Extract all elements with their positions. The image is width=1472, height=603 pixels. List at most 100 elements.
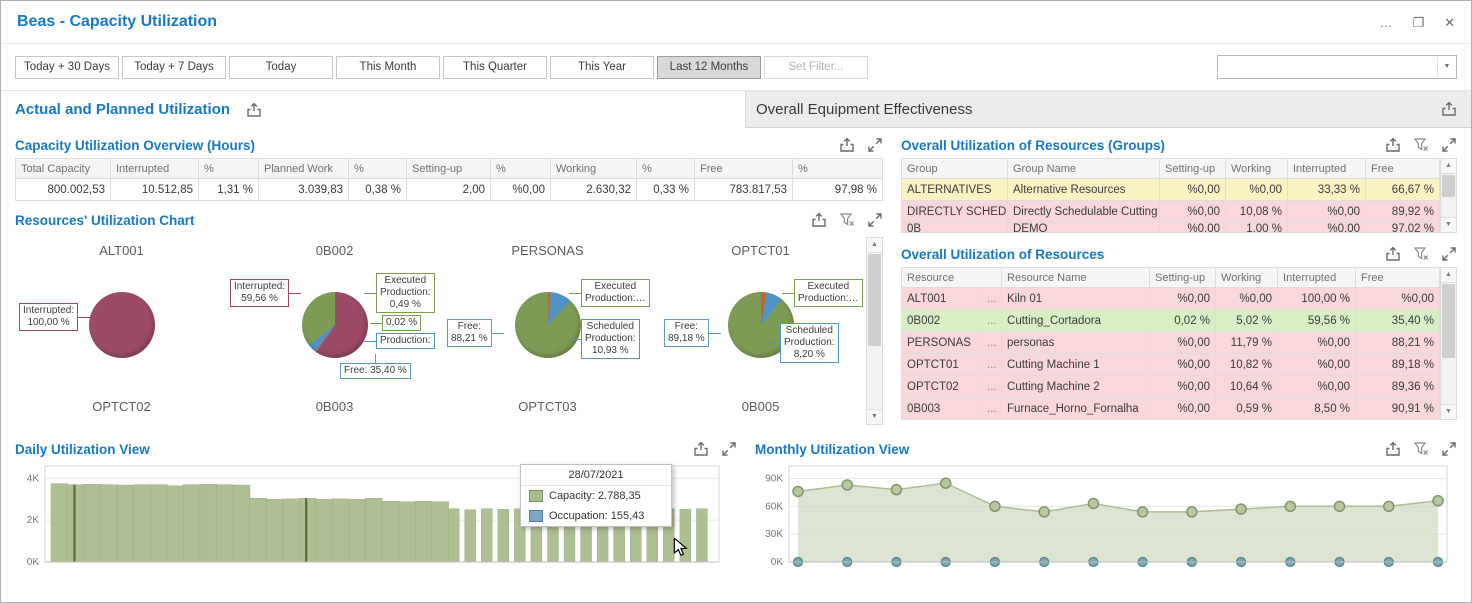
export-icon[interactable] [811, 212, 827, 228]
filter-button-this-month[interactable]: This Month [336, 56, 440, 79]
export-icon[interactable] [1385, 441, 1401, 457]
table-row[interactable]: 0B003...Furnace_Horno_Fornalha%0,000,59 … [902, 398, 1440, 420]
column-header[interactable]: Working [1226, 159, 1288, 179]
expand-icon[interactable] [721, 441, 737, 457]
scroll-thumb[interactable] [1442, 175, 1455, 197]
filter-button-last-12-months[interactable]: Last 12 Months [657, 56, 761, 79]
column-header[interactable]: Group [902, 159, 1008, 179]
pie-chart[interactable] [89, 292, 155, 358]
table-row[interactable]: OPTCT01...Cutting Machine 1%0,0010,82 %%… [902, 354, 1440, 376]
beas-window: Beas - Capacity Utilization … ❐ ✕ Today … [0, 0, 1472, 603]
link-ellipsis[interactable]: ... [982, 310, 1002, 332]
scroll-up-icon[interactable]: ▲ [1441, 159, 1456, 174]
expand-icon[interactable] [867, 212, 883, 228]
column-header[interactable]: % [199, 159, 259, 179]
scroll-track[interactable] [1441, 174, 1456, 217]
table-row[interactable]: PERSONAS...personas%0,0011,79 %%0,0088,2… [902, 332, 1440, 354]
export-icon[interactable] [1385, 246, 1401, 262]
scroll-track[interactable] [1441, 283, 1456, 404]
link-ellipsis[interactable]: ... [982, 354, 1002, 376]
expand-icon[interactable] [1441, 441, 1457, 457]
pie-scrollbar[interactable]: ▲ ▼ [866, 237, 883, 425]
panel-title: Capacity Utilization Overview (Hours) [15, 138, 255, 153]
link-ellipsis[interactable]: ... [982, 398, 1002, 420]
window-close-icon[interactable]: ✕ [1444, 16, 1455, 29]
column-header[interactable]: % [491, 159, 551, 179]
column-header[interactable]: Free [1366, 159, 1440, 179]
filter-button-today[interactable]: Today [229, 56, 333, 79]
export-icon[interactable] [246, 102, 262, 118]
filter-button-today-7-days[interactable]: Today + 7 Days [122, 56, 226, 79]
filter-button-this-year[interactable]: This Year [550, 56, 654, 79]
clear-filter-icon[interactable] [1413, 246, 1429, 262]
clear-filter-icon[interactable] [839, 212, 855, 228]
table-row[interactable]: 800.002,5310.512,851,31 %3.039,830,38 %2… [16, 179, 883, 201]
link-ellipsis[interactable]: ... [982, 376, 1002, 398]
pie-chart[interactable] [302, 292, 368, 358]
cell: 0,02 % [1150, 310, 1216, 332]
column-header[interactable]: % [349, 159, 407, 179]
column-header[interactable]: Group Name [1008, 159, 1160, 179]
filter-button-this-quarter[interactable]: This Quarter [443, 56, 547, 79]
resource-filter-combo[interactable]: ▼ [1217, 55, 1457, 79]
export-icon[interactable] [839, 137, 855, 153]
expand-icon[interactable] [1441, 246, 1457, 262]
table-row[interactable]: ALTERNATIVESAlternative Resources%0,00%0… [902, 179, 1440, 201]
window-more-icon[interactable]: … [1379, 16, 1392, 29]
column-header[interactable]: Total Capacity [16, 159, 111, 179]
expand-icon[interactable] [867, 137, 883, 153]
export-icon[interactable] [693, 441, 709, 457]
column-header[interactable]: Resource [902, 268, 1002, 288]
scroll-down-icon[interactable]: ▼ [867, 409, 882, 424]
filter-button-today-30-days[interactable]: Today + 30 Days [15, 56, 119, 79]
scroll-down-icon[interactable]: ▼ [1441, 217, 1456, 232]
pie-chart[interactable] [515, 292, 581, 358]
groups-scrollbar[interactable]: ▲ ▼ [1440, 158, 1457, 233]
scroll-thumb[interactable] [1442, 284, 1455, 358]
clear-filter-icon[interactable] [1413, 441, 1429, 457]
scroll-track[interactable] [867, 253, 882, 409]
export-icon[interactable] [1441, 101, 1457, 117]
scroll-down-icon[interactable]: ▼ [1441, 404, 1456, 419]
scroll-up-icon[interactable]: ▲ [1441, 268, 1456, 283]
column-header[interactable]: Setting-up [1150, 268, 1216, 288]
tab-actual-and-planned-utilization[interactable]: Actual and Planned Utilization [1, 91, 745, 128]
column-header[interactable]: Interrupted [111, 159, 199, 179]
column-header[interactable]: Interrupted [1288, 159, 1366, 179]
table-row[interactable]: ALT001...Kiln 01%0,00%0,00100,00 %%0,00 [902, 288, 1440, 310]
table-row[interactable]: 0B002...Cutting_Cortadora0,02 %5,02 %59,… [902, 310, 1440, 332]
dropdown-arrow-icon[interactable]: ▼ [1437, 57, 1456, 77]
panel-monthly-header: Monthly Utilization View [755, 436, 1457, 462]
table-row[interactable]: 0BDEMO%0,001,00 %%0,0097,02 % [902, 223, 1440, 233]
tab-overall-equipment-effectiveness[interactable]: Overall Equipment Effectiveness [745, 91, 1471, 128]
monthly-chart-svg[interactable]: 90K60K30K0K [755, 462, 1455, 582]
column-header[interactable]: Interrupted [1278, 268, 1356, 288]
column-header[interactable]: Setting-up [1160, 159, 1226, 179]
cell: Alternative Resources [1008, 179, 1160, 201]
link-ellipsis[interactable]: ... [982, 332, 1002, 354]
expand-icon[interactable] [1441, 137, 1457, 153]
window-maximize-icon[interactable]: ❐ [1412, 16, 1424, 29]
column-header[interactable]: % [637, 159, 695, 179]
resource-name-cell: Cutting Machine 2 [1002, 376, 1150, 398]
column-header[interactable]: Working [551, 159, 637, 179]
resources-scrollbar[interactable]: ▲ ▼ [1440, 267, 1457, 420]
link-ellipsis[interactable]: ... [982, 288, 1002, 310]
column-header[interactable]: Planned Work [259, 159, 349, 179]
cell: 3.039,83 [259, 179, 349, 201]
table-row[interactable]: DIRECTLY SCHEDU...Directly Schedulable C… [902, 201, 1440, 223]
column-header[interactable]: Free [695, 159, 793, 179]
column-header[interactable]: Setting-up [407, 159, 491, 179]
resource-name-cell: Kiln 01 [1002, 288, 1150, 310]
column-header[interactable]: % [793, 159, 883, 179]
column-header[interactable]: Resource Name [1002, 268, 1150, 288]
scroll-thumb[interactable] [868, 254, 881, 346]
column-header[interactable]: Free [1356, 268, 1440, 288]
clear-filter-icon[interactable] [1413, 137, 1429, 153]
cell: DEMO [1008, 223, 1160, 233]
column-header[interactable]: Working [1216, 268, 1278, 288]
table-row[interactable]: OPTCT02...Cutting Machine 2%0,0010,64 %%… [902, 376, 1440, 398]
export-icon[interactable] [1385, 137, 1401, 153]
filter-button-set-filter[interactable]: Set Filter... [764, 56, 868, 79]
scroll-up-icon[interactable]: ▲ [867, 238, 882, 253]
